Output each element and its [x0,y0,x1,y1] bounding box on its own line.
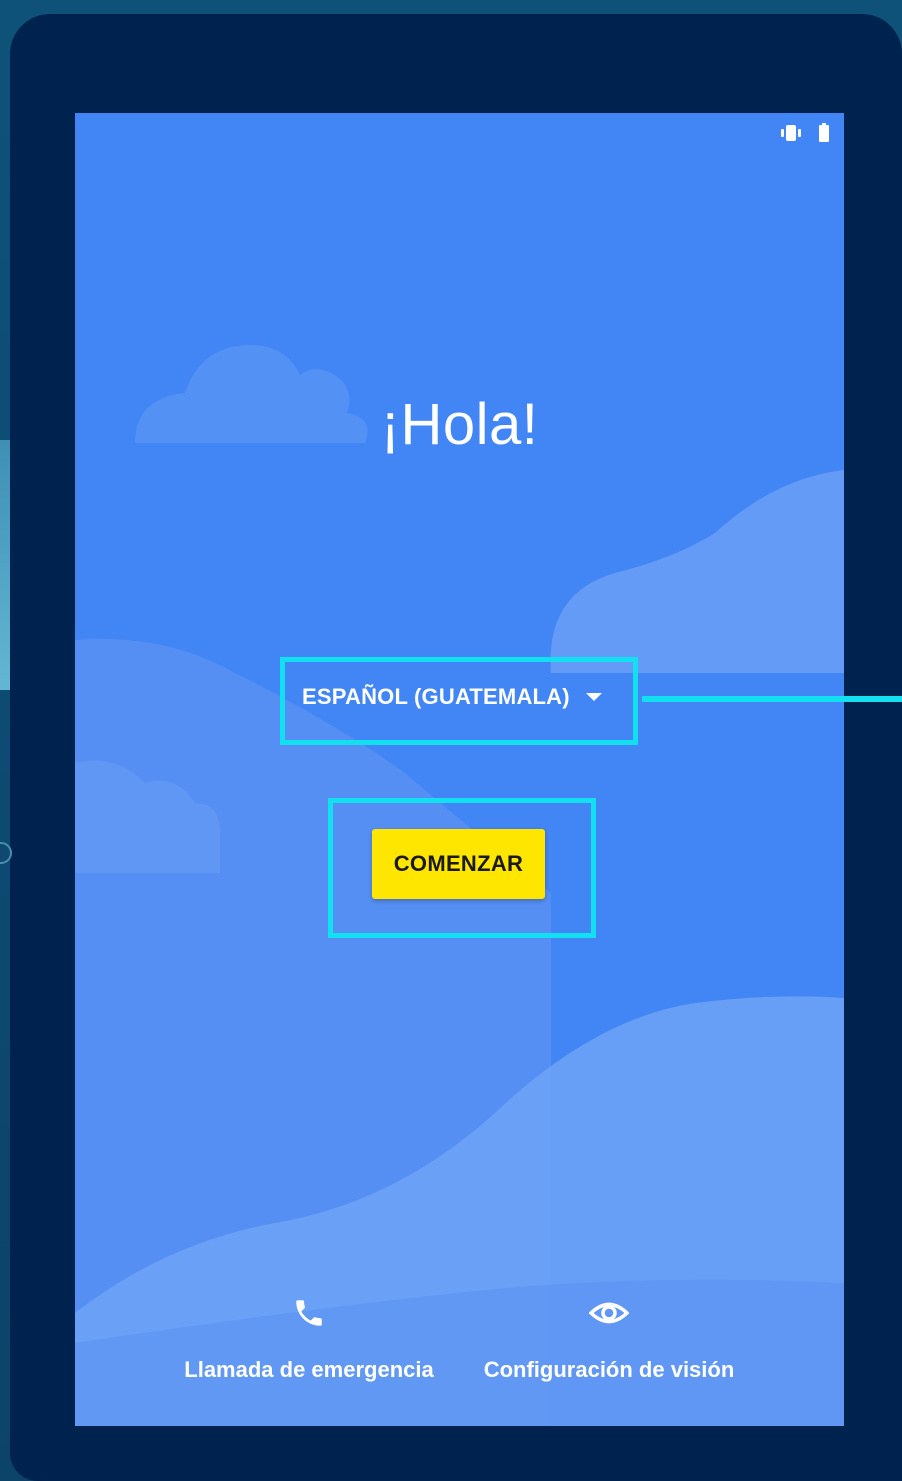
vibrate-icon [778,124,804,147]
language-highlight-connector [642,696,902,702]
start-highlight-box [328,798,596,938]
eye-icon [588,1296,630,1335]
emergency-call-label: Llamada de emergencia [184,1357,434,1382]
cloud-background [75,344,844,1426]
vision-settings-label: Configuración de visión [483,1357,735,1382]
emergency-call-button[interactable]: Llamada de emergencia [171,1296,447,1383]
status-bar [778,123,830,148]
phone-icon [292,1296,326,1335]
setup-welcome-screen: ¡Hola! ESPAÑOL (GUATEMALA) COMENZAR Llam… [75,113,844,1426]
vision-settings-button[interactable]: Configuración de visión [473,1296,745,1383]
welcome-title: ¡Hola! [380,392,539,457]
battery-icon [818,123,830,148]
language-highlight-box [280,657,638,745]
